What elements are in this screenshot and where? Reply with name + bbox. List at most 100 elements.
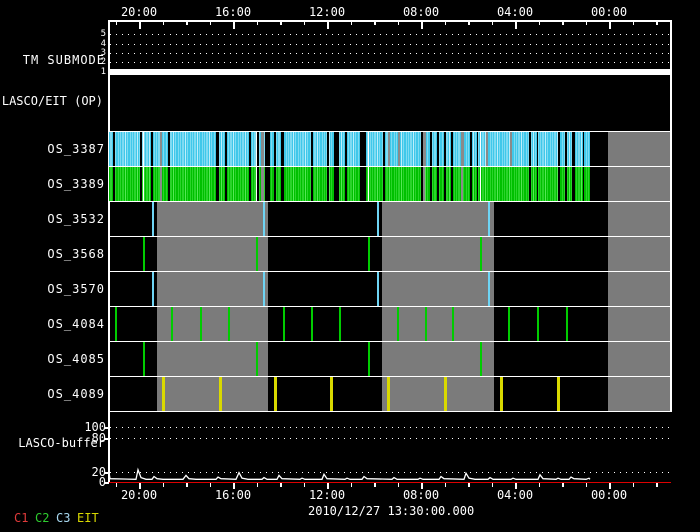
event-line bbox=[228, 307, 230, 341]
bar-gap bbox=[565, 167, 567, 201]
grey-availability-block bbox=[608, 237, 670, 271]
top-axis-tick bbox=[327, 20, 329, 29]
os-activity-bar bbox=[109, 167, 590, 201]
bar-gap bbox=[345, 167, 347, 201]
bar-gap bbox=[249, 167, 251, 201]
tm-dotted-gridline bbox=[110, 34, 670, 35]
bar-gap bbox=[140, 132, 142, 166]
top-axis-tick bbox=[538, 20, 540, 25]
rows-bottom-separator bbox=[108, 410, 671, 412]
bar-gap bbox=[249, 132, 251, 166]
bar-white-line bbox=[368, 167, 370, 201]
grey-availability-block bbox=[608, 272, 670, 306]
bar-gap bbox=[168, 132, 170, 166]
bar-gap bbox=[334, 132, 339, 166]
bar-white-line bbox=[480, 167, 482, 201]
bar-gap bbox=[216, 132, 219, 166]
row-label: OS_4085 bbox=[47, 352, 105, 366]
top-axis-label: 00:00 bbox=[590, 5, 628, 19]
bar-gap bbox=[558, 167, 560, 201]
event-line bbox=[500, 377, 503, 411]
event-line bbox=[263, 202, 265, 236]
bar-white-line bbox=[256, 167, 258, 201]
bar-white-line bbox=[256, 132, 258, 166]
event-line bbox=[256, 237, 258, 271]
bar-gap bbox=[257, 167, 259, 201]
event-line bbox=[152, 202, 154, 236]
bottom-axis-label: 08:00 bbox=[402, 488, 440, 502]
bar-gap bbox=[274, 132, 276, 166]
bar-gap bbox=[360, 132, 366, 166]
event-line bbox=[368, 342, 370, 376]
top-axis-tick bbox=[209, 20, 211, 25]
event-line bbox=[311, 307, 313, 341]
event-line bbox=[283, 307, 285, 341]
tm-ytick-label: 1 bbox=[100, 67, 106, 77]
event-line bbox=[143, 342, 145, 376]
row-label: OS_3389 bbox=[47, 177, 105, 191]
bar-gap bbox=[477, 167, 478, 201]
event-line bbox=[488, 202, 490, 236]
event-line bbox=[219, 377, 222, 411]
top-axis-tick bbox=[303, 20, 305, 25]
grey-availability-block bbox=[157, 307, 268, 341]
bar-gap bbox=[113, 132, 115, 166]
bar-gap bbox=[430, 132, 432, 166]
tm-dotted-gridline bbox=[110, 53, 670, 54]
buffer-red-baseline bbox=[109, 481, 671, 484]
top-axis-label: 12:00 bbox=[308, 5, 346, 19]
bar-grey-line bbox=[510, 132, 512, 166]
legend-item-eit: EIT bbox=[77, 511, 99, 525]
top-axis-tick bbox=[374, 20, 376, 25]
grey-availability-block bbox=[608, 307, 670, 341]
bar-grey-line bbox=[486, 132, 488, 166]
row-label: OS_3387 bbox=[47, 142, 105, 156]
bar-gap bbox=[151, 167, 153, 201]
event-line bbox=[377, 272, 379, 306]
event-line bbox=[397, 307, 399, 341]
top-axis-tick bbox=[350, 20, 352, 25]
top-axis-tick bbox=[491, 20, 493, 25]
legend-item-c2: C2 bbox=[35, 511, 50, 525]
row-label: OS_4084 bbox=[47, 317, 105, 331]
top-axis-tick bbox=[656, 20, 658, 25]
tm-ytick-label: 5 bbox=[100, 29, 106, 39]
plot-right-frame bbox=[670, 20, 672, 412]
timeline-figure: TM SUBMODE LASCO/EIT (OP) LASCO-buffer 2… bbox=[0, 0, 700, 532]
event-line bbox=[387, 377, 390, 411]
top-axis-tick bbox=[515, 20, 517, 29]
bar-gap bbox=[444, 132, 446, 166]
bar-gap bbox=[345, 132, 347, 166]
bar-gap bbox=[470, 167, 472, 201]
event-line bbox=[537, 307, 539, 341]
bar-gap bbox=[451, 132, 453, 166]
row-label: OS_3532 bbox=[47, 212, 105, 226]
top-axis-tick bbox=[421, 20, 423, 29]
event-line bbox=[263, 272, 265, 306]
bar-gap bbox=[383, 132, 385, 166]
event-line bbox=[143, 237, 145, 271]
bar-gap bbox=[281, 132, 284, 166]
bar-gap bbox=[558, 132, 560, 166]
event-line bbox=[115, 307, 117, 341]
top-axis-tick bbox=[444, 20, 446, 25]
event-line bbox=[256, 342, 258, 376]
bar-grey-line bbox=[398, 132, 400, 166]
bar-gap bbox=[537, 167, 538, 201]
top-axis-label: 04:00 bbox=[496, 5, 534, 19]
event-line bbox=[425, 307, 427, 341]
grey-availability-block bbox=[382, 342, 494, 376]
top-axis-tick bbox=[562, 20, 564, 25]
grey-availability-block bbox=[382, 272, 494, 306]
top-axis-tick bbox=[585, 20, 587, 25]
grey-availability-block bbox=[382, 202, 494, 236]
tm-dotted-gridline bbox=[110, 62, 670, 63]
bar-gap bbox=[327, 132, 329, 166]
grey-availability-block bbox=[382, 237, 494, 271]
row-label: OS_3570 bbox=[47, 282, 105, 296]
tm-dotted-gridline bbox=[110, 44, 670, 45]
bar-gap bbox=[444, 167, 446, 201]
tm-submode-value-bar bbox=[109, 69, 670, 75]
bar-gap bbox=[572, 167, 575, 201]
bar-gap bbox=[225, 167, 227, 201]
